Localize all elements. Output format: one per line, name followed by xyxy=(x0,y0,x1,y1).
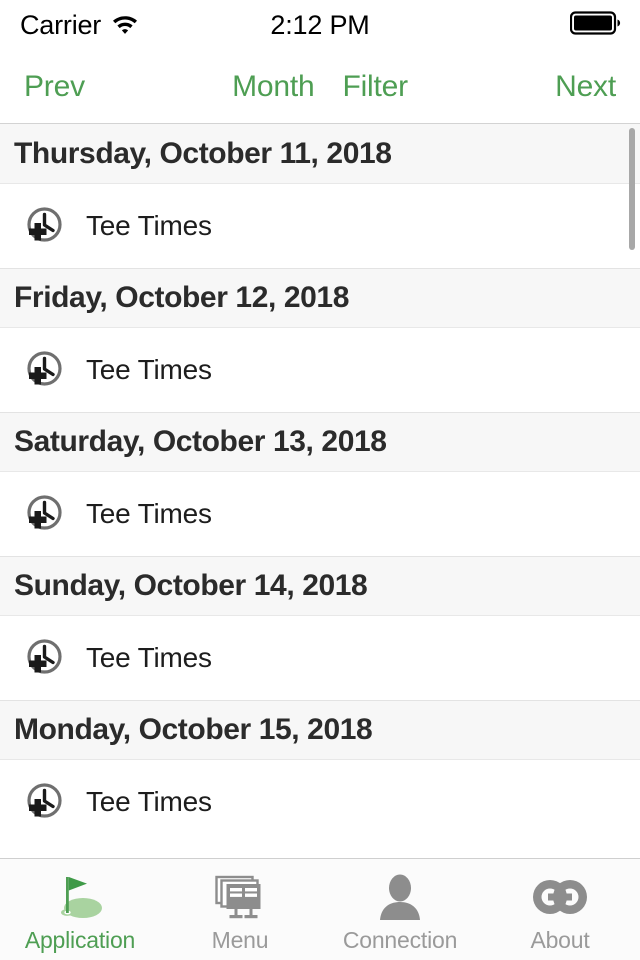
menu-boards-icon xyxy=(215,875,261,918)
month-button[interactable]: Month xyxy=(226,66,320,108)
tab-item-about[interactable]: About xyxy=(480,859,640,960)
person-icon xyxy=(380,874,420,920)
section-date-label: Thursday, October 11, 2018 xyxy=(14,136,392,170)
section-header: Sunday, October 14, 2018 xyxy=(0,556,640,616)
list-container: Thursday, October 11, 2018 Tee Times Frida… xyxy=(0,124,640,844)
list-item-label: Tee Times xyxy=(86,498,212,529)
status-bar: Carrier 2:12 PM xyxy=(0,0,640,50)
tab-icon-wrap xyxy=(531,870,589,924)
list-item[interactable]: Tee Times xyxy=(0,328,640,412)
section-header: Monday, October 15, 2018 xyxy=(0,700,640,760)
list-item[interactable]: Tee Times xyxy=(0,184,640,268)
tab-item-menu[interactable]: Menu xyxy=(160,859,320,960)
tab-label: Connection xyxy=(342,926,458,953)
nav-center-group: Month Filter xyxy=(0,66,640,108)
section-header: Thursday, October 11, 2018 xyxy=(0,124,640,184)
next-button[interactable]: Next xyxy=(549,66,622,108)
carrier-label: Carrier xyxy=(20,9,102,40)
tab-item-connection[interactable]: Connection xyxy=(320,859,480,960)
wifi-icon xyxy=(110,11,140,40)
section-date-label: Friday, October 12, 2018 xyxy=(14,281,350,314)
list-item[interactable]: Tee Times xyxy=(0,472,640,556)
status-bar-left: Carrier xyxy=(20,10,140,41)
clock-add-icon xyxy=(27,351,62,386)
tab-icon-wrap xyxy=(214,870,266,924)
list-item-label: Tee Times xyxy=(86,786,212,817)
tab-icon-wrap xyxy=(54,870,106,924)
section-date-label: Sunday, October 14, 2018 xyxy=(14,569,368,602)
battery-full-icon xyxy=(569,10,622,41)
tee-times-list[interactable]: Thursday, October 11, 2018 Tee Times Frida… xyxy=(0,124,640,858)
list-item-label: Tee Times xyxy=(86,354,212,385)
section-date-label: Saturday, October 13, 2018 xyxy=(14,425,387,458)
section-date-label: Monday, October 15, 2018 xyxy=(14,713,373,746)
app-root: Carrier 2:12 PM Prev Month Filter Next T… xyxy=(0,0,640,960)
navigation-bar: Prev Month Filter Next xyxy=(0,50,640,124)
tab-item-application[interactable]: Application xyxy=(0,859,160,960)
double-g-logo-icon xyxy=(533,879,587,914)
list-item[interactable]: Tee Times xyxy=(0,760,640,844)
list-item-label: Tee Times xyxy=(86,642,212,673)
tab-label: Menu xyxy=(211,926,269,953)
tab-bar: Application Menu Connection About xyxy=(0,858,640,960)
tab-label: Application xyxy=(24,926,136,953)
section-header: Friday, October 12, 2018 xyxy=(0,268,640,328)
clock-add-icon xyxy=(27,639,62,674)
tab-icon-wrap xyxy=(376,870,424,924)
list-item-label: Tee Times xyxy=(86,210,212,241)
prev-button[interactable]: Prev xyxy=(18,66,91,108)
vertical-scrollbar[interactable] xyxy=(629,128,635,250)
clock-add-icon xyxy=(27,207,62,242)
golf-flag-green-icon xyxy=(61,876,102,918)
status-bar-right xyxy=(569,10,622,41)
clock-add-icon xyxy=(27,495,62,530)
tab-label: About xyxy=(530,926,590,953)
list-item[interactable]: Tee Times xyxy=(0,616,640,700)
filter-button[interactable]: Filter xyxy=(336,66,413,108)
section-header: Saturday, October 13, 2018 xyxy=(0,412,640,472)
clock-add-icon xyxy=(27,783,62,818)
